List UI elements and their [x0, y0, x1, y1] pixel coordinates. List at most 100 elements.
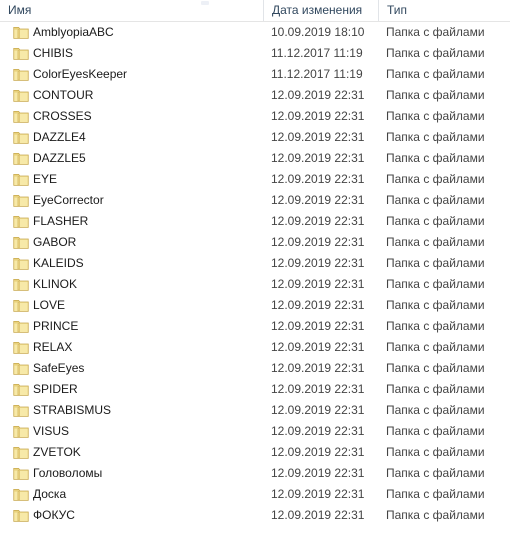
table-row[interactable]: KALEIDS 12.09.2019 22:31 Папка с файлами [0, 253, 510, 274]
type-cell: Папка с файлами [386, 130, 485, 144]
type-cell: Папка с файлами [386, 382, 485, 396]
folder-icon [13, 447, 29, 459]
table-row[interactable]: SafeEyes 12.09.2019 22:31 Папка с файлами [0, 358, 510, 379]
table-row[interactable]: STRABISMUS 12.09.2019 22:31 Папка с файлам… [0, 400, 510, 421]
file-name-cell[interactable]: EYE [0, 169, 263, 190]
type-cell: Папка с файлами [386, 256, 485, 270]
folder-icon [13, 216, 29, 228]
table-row[interactable]: CROSSES 12.09.2019 22:31 Папка с файлами [0, 106, 510, 127]
table-row[interactable]: AmblyopiaABC 10.09.2019 18:10 Папка с файл… [0, 22, 510, 43]
type-cell: Папка с файлами [386, 88, 485, 102]
date-modified-cell: 12.09.2019 22:31 [271, 508, 365, 522]
file-name-cell[interactable]: ColorEyesKeeper [0, 64, 263, 85]
folder-icon [13, 363, 29, 375]
file-name-cell[interactable]: PRINCE [0, 316, 263, 337]
folder-icon [13, 342, 29, 354]
table-row[interactable]: ColorEyesKeeper 11.12.2017 11:19 Папка с ф… [0, 64, 510, 85]
file-name-cell[interactable]: RELAX [0, 337, 263, 358]
column-header-type[interactable]: Тип [378, 0, 510, 21]
type-cell: Папка с файлами [386, 445, 485, 459]
date-modified-cell: 12.09.2019 22:31 [271, 319, 365, 333]
table-row[interactable]: KLINOK 12.09.2019 22:31 Папка с файлами [0, 274, 510, 295]
folder-icon [13, 468, 29, 480]
date-modified-cell: 12.09.2019 22:31 [271, 466, 365, 480]
date-modified-cell: 12.09.2019 22:31 [271, 88, 365, 102]
header-artifact [201, 1, 209, 5]
date-modified-cell: 12.09.2019 22:31 [271, 424, 365, 438]
file-name-cell[interactable]: ZVETOK [0, 442, 263, 463]
table-row[interactable]: PRINCE 12.09.2019 22:31 Папка с файлами [0, 316, 510, 337]
folder-icon [13, 258, 29, 270]
date-modified-cell: 11.12.2017 11:19 [271, 46, 363, 60]
date-modified-cell: 10.09.2019 18:10 [271, 25, 365, 39]
date-modified-cell: 11.12.2017 11:19 [271, 67, 363, 81]
file-name-cell[interactable]: VISUS [0, 421, 263, 442]
type-cell: Папка с файлами [386, 172, 485, 186]
table-row[interactable]: VISUS 12.09.2019 22:31 Папка с файлами [0, 421, 510, 442]
folder-icon [13, 510, 29, 522]
file-list-view: Имя Дата изменения Тип AmblyopiaABC 10.09… [0, 0, 510, 537]
column-header-name[interactable]: Имя [0, 0, 263, 21]
type-cell: Папка с файлами [386, 298, 485, 312]
folder-icon [13, 405, 29, 417]
file-rows-container: AmblyopiaABC 10.09.2019 18:10 Папка с файл… [0, 22, 510, 526]
date-modified-cell: 12.09.2019 22:31 [271, 487, 365, 501]
table-row[interactable]: CONTOUR 12.09.2019 22:31 Папка с файлами [0, 85, 510, 106]
file-name-cell[interactable]: KALEIDS [0, 253, 263, 274]
file-name-cell[interactable]: CONTOUR [0, 85, 263, 106]
table-row[interactable]: Доска 12.09.2019 22:31 Папка с файлами [0, 484, 510, 505]
type-cell: Папка с файлами [386, 151, 485, 165]
file-name-cell[interactable]: Головоломы [0, 463, 263, 484]
date-modified-cell: 12.09.2019 22:31 [271, 277, 365, 291]
table-row[interactable]: SPIDER 12.09.2019 22:31 Папка с файлами [0, 379, 510, 400]
type-cell: Папка с файлами [386, 193, 485, 207]
type-cell: Папка с файлами [386, 508, 485, 522]
table-row[interactable]: CHIBIS 11.12.2017 11:19 Папка с файлами [0, 43, 510, 64]
table-row[interactable]: ZVETOK 12.09.2019 22:31 Папка с файлами [0, 442, 510, 463]
file-name-cell[interactable]: KLINOK [0, 274, 263, 295]
file-name-cell[interactable]: SPIDER [0, 379, 263, 400]
file-name-cell[interactable]: ФОКУС [0, 505, 263, 526]
type-cell: Папка с файлами [386, 424, 485, 438]
file-name-cell[interactable]: GABOR [0, 232, 263, 253]
table-row[interactable]: ФОКУС 12.09.2019 22:31 Папка с файлами [0, 505, 510, 526]
column-header-row: Имя Дата изменения Тип [0, 0, 510, 22]
date-modified-cell: 12.09.2019 22:31 [271, 109, 365, 123]
folder-icon [13, 321, 29, 333]
folder-icon [13, 153, 29, 165]
file-name-cell[interactable]: SafeEyes [0, 358, 263, 379]
date-modified-cell: 12.09.2019 22:31 [271, 361, 365, 375]
file-name-cell[interactable]: AmblyopiaABC [0, 22, 263, 43]
date-modified-cell: 12.09.2019 22:31 [271, 382, 365, 396]
table-row[interactable]: FLASHER 12.09.2019 22:31 Папка с файлами [0, 211, 510, 232]
file-name-cell[interactable]: DAZZLE5 [0, 148, 263, 169]
table-row[interactable]: RELAX 12.09.2019 22:31 Папка с файлами [0, 337, 510, 358]
folder-icon [13, 237, 29, 249]
column-header-date-modified[interactable]: Дата изменения [263, 0, 378, 21]
type-cell: Папка с файлами [386, 361, 485, 375]
table-row[interactable]: Головоломы 12.09.2019 22:31 Папка с файлам… [0, 463, 510, 484]
table-row[interactable]: GABOR 12.09.2019 22:31 Папка с файлами [0, 232, 510, 253]
folder-icon [13, 489, 29, 501]
table-row[interactable]: EyeCorrector 12.09.2019 22:31 Папка с файл… [0, 190, 510, 211]
file-name-cell[interactable]: LOVE [0, 295, 263, 316]
file-name-cell[interactable]: Доска [0, 484, 263, 505]
type-cell: Папка с файлами [386, 340, 485, 354]
folder-icon [13, 426, 29, 438]
file-name-cell[interactable]: STRABISMUS [0, 400, 263, 421]
file-name-cell[interactable]: CROSSES [0, 106, 263, 127]
file-name-cell[interactable]: FLASHER [0, 211, 263, 232]
date-modified-cell: 12.09.2019 22:31 [271, 214, 365, 228]
folder-icon [13, 300, 29, 312]
folder-icon [13, 195, 29, 207]
table-row[interactable]: EYE 12.09.2019 22:31 Папка с файлами [0, 169, 510, 190]
folder-icon [13, 384, 29, 396]
table-row[interactable]: LOVE 12.09.2019 22:31 Папка с файлами [0, 295, 510, 316]
file-name-cell[interactable]: EyeCorrector [0, 190, 263, 211]
file-name-cell[interactable]: CHIBIS [0, 43, 263, 64]
folder-icon [13, 90, 29, 102]
table-row[interactable]: DAZZLE4 12.09.2019 22:31 Папка с файлами [0, 127, 510, 148]
table-row[interactable]: DAZZLE5 12.09.2019 22:31 Папка с файлами [0, 148, 510, 169]
file-name-cell[interactable]: DAZZLE4 [0, 127, 263, 148]
type-cell: Папка с файлами [386, 403, 485, 417]
